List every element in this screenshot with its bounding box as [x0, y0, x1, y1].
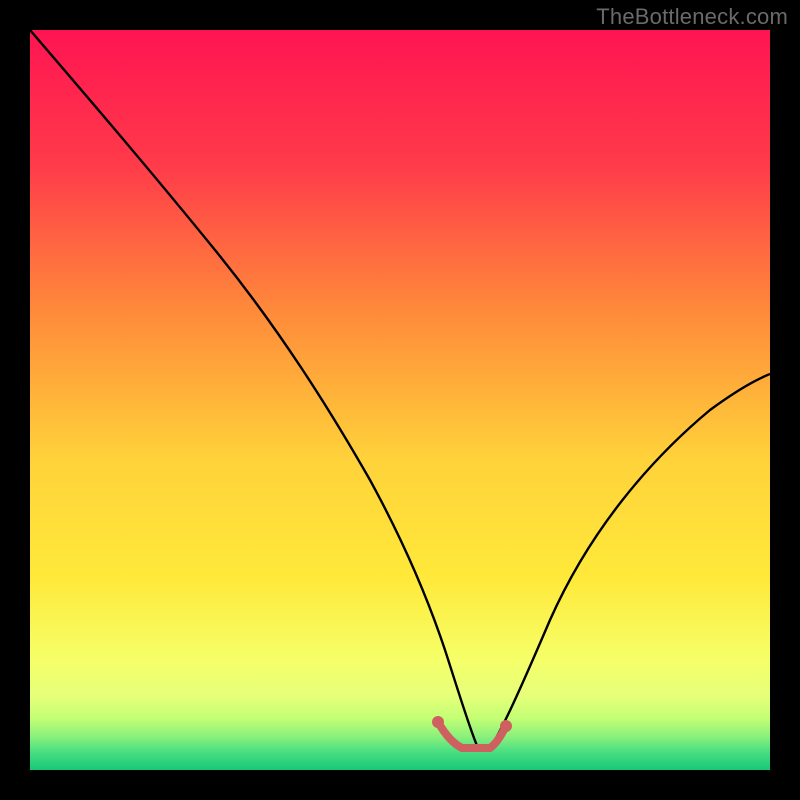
plot-area: [30, 30, 770, 770]
chart-frame: TheBottleneck.com: [0, 0, 800, 800]
bottleneck-curve: [30, 30, 770, 770]
watermark-text: TheBottleneck.com: [596, 4, 788, 30]
curve-path: [30, 30, 770, 748]
